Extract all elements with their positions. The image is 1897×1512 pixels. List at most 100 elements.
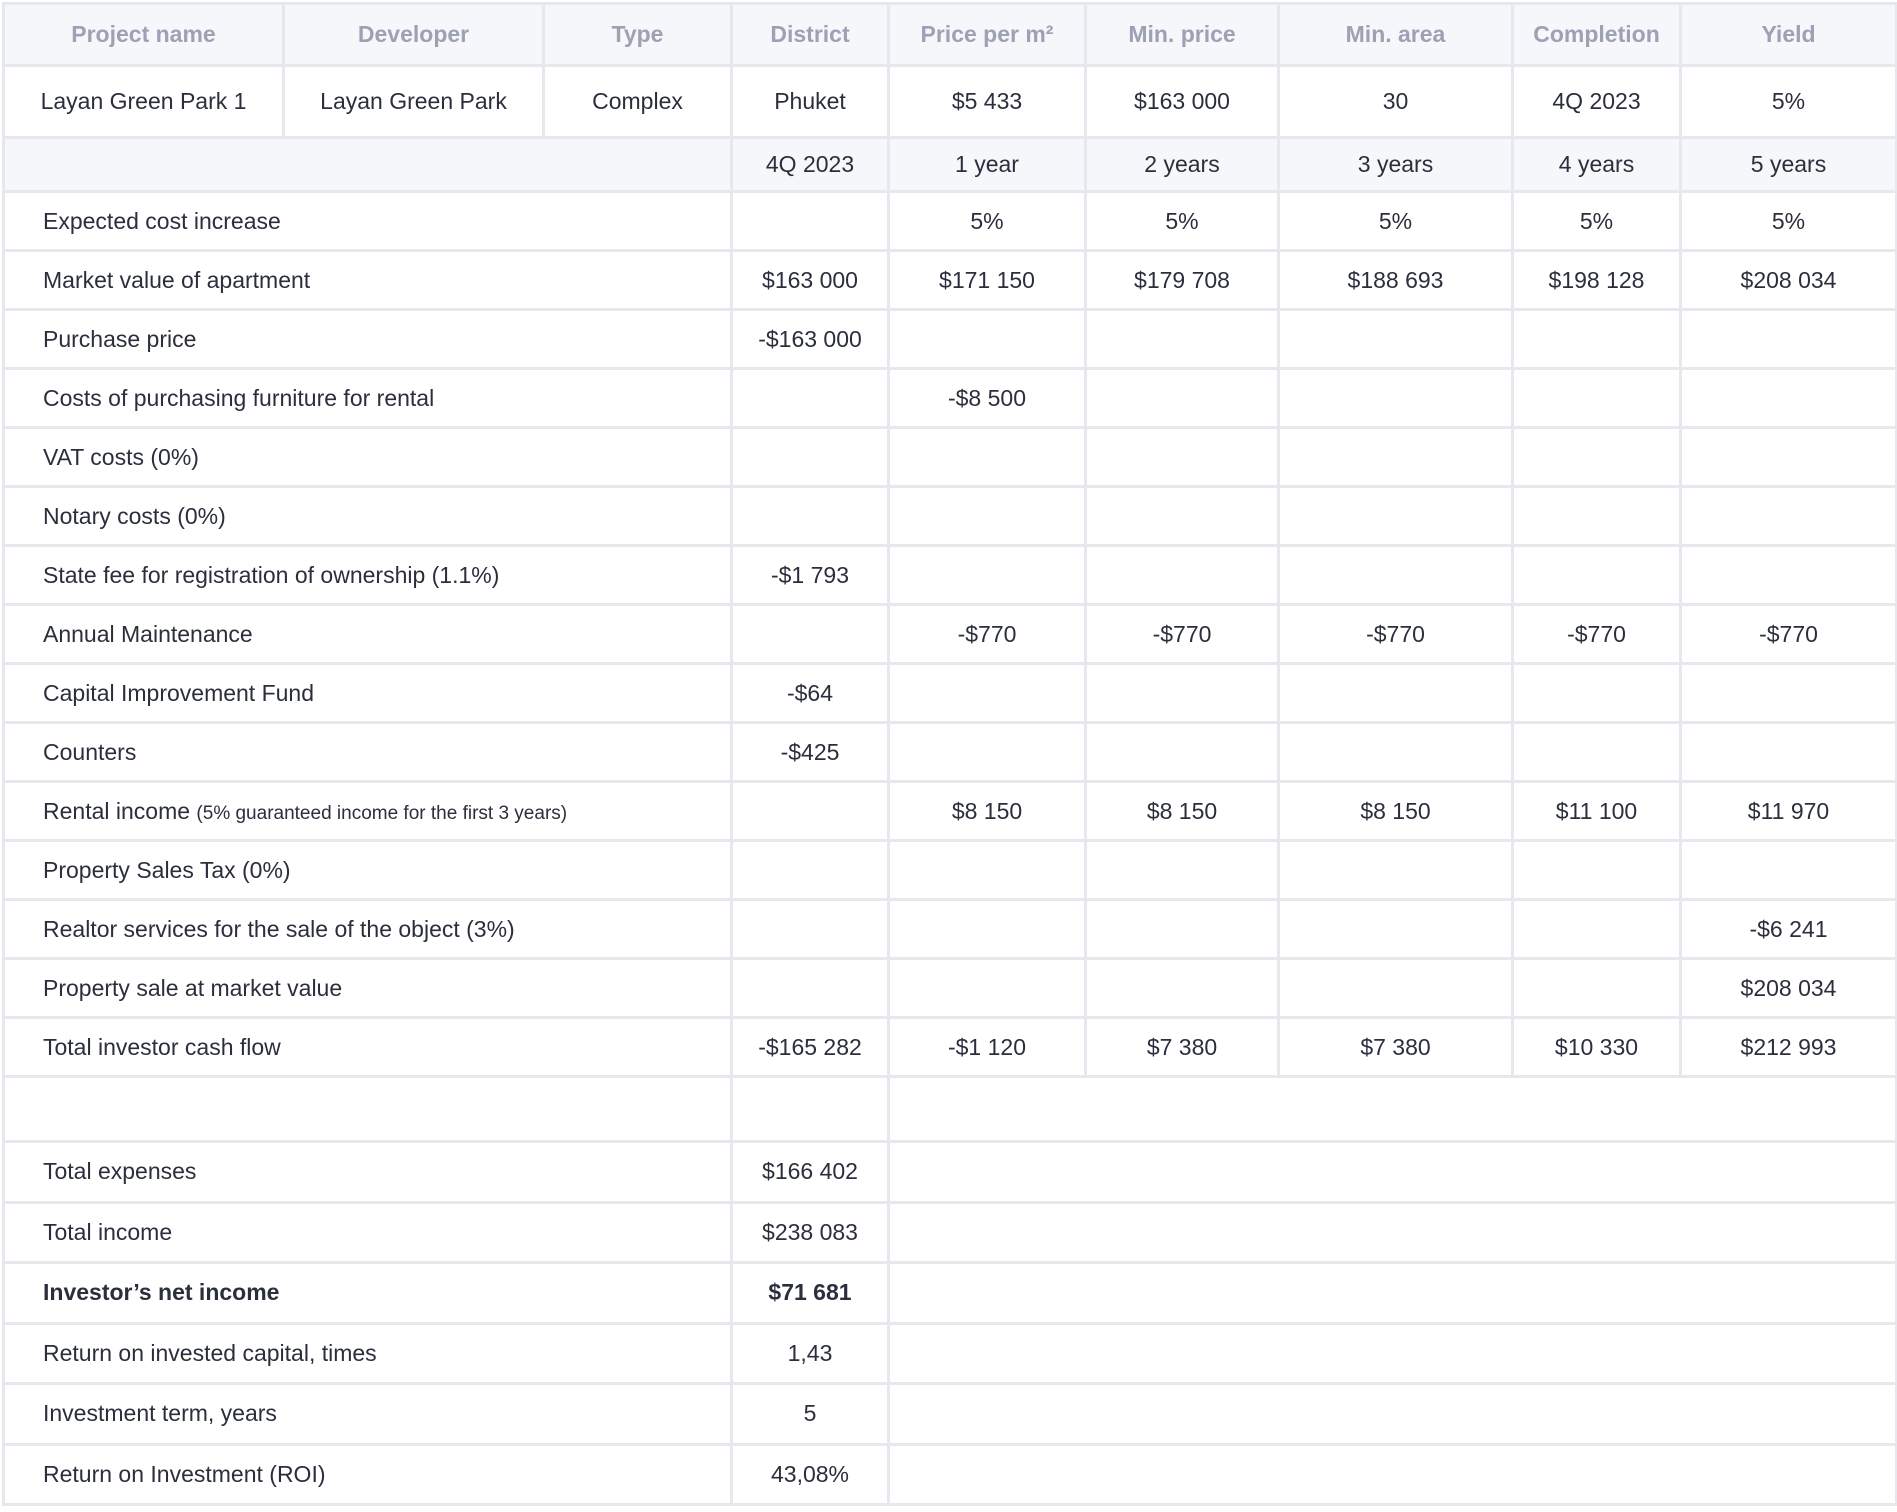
- row-value: $7 380: [1084, 1016, 1280, 1078]
- row-value: [1084, 544, 1280, 606]
- row-value: -$6 241: [1679, 898, 1897, 960]
- row-value: [1084, 957, 1280, 1019]
- investment-table: Project name Developer Type District Pri…: [2, 2, 1897, 1506]
- row-value: [1277, 898, 1514, 960]
- project-price-per-m2: $5 433: [887, 64, 1087, 139]
- table-row: Annual Maintenance -$770 -$770 -$770 -$770 -$…: [2, 603, 1897, 665]
- row-value: [887, 308, 1087, 370]
- summary-value: 43,08%: [730, 1442, 890, 1506]
- row-value: [1277, 367, 1514, 429]
- table-row: Rental income (5% guaranteed income for …: [2, 780, 1897, 842]
- row-value: [1277, 308, 1514, 370]
- row-value: [887, 485, 1087, 547]
- row-value: [1277, 721, 1514, 783]
- row-value: [1511, 485, 1682, 547]
- table-row: Property sale at market value $208 034: [2, 957, 1897, 1019]
- summary-label: Total income: [2, 1200, 733, 1264]
- table-row: Property Sales Tax (0%): [2, 839, 1897, 901]
- row-value: [1277, 839, 1514, 901]
- row-label-text: Total investor cash flow: [43, 1033, 281, 1060]
- row-value: [887, 898, 1087, 960]
- project-district: Phuket: [730, 64, 890, 139]
- years-row: 4Q 2023 1 year 2 years 3 years 4 years 5…: [2, 136, 1897, 193]
- header-min-price: Min. price: [1084, 2, 1280, 67]
- row-label: Counters: [2, 721, 733, 783]
- project-min-price: $163 000: [1084, 64, 1280, 139]
- row-label: Total investor cash flow: [2, 1016, 733, 1078]
- row-value: [887, 426, 1087, 488]
- summary-fill-cell: [887, 1442, 1897, 1506]
- summary-label: Investor’s net income: [2, 1261, 733, 1325]
- row-label-text: Annual Maintenance: [43, 620, 253, 647]
- investment-table-sheet: Project name Developer Type District Pri…: [0, 0, 1897, 1512]
- row-value: [1679, 367, 1897, 429]
- row-value: -$1 120: [887, 1016, 1087, 1078]
- row-value: [1679, 485, 1897, 547]
- summary-fill-cell: [887, 1261, 1897, 1325]
- row-value: [1679, 662, 1897, 724]
- row-label: Capital Improvement Fund: [2, 662, 733, 724]
- summary-value: $238 083: [730, 1200, 890, 1264]
- project-row: Layan Green Park 1 Layan Green Park Comp…: [2, 64, 1897, 139]
- row-value: [730, 485, 890, 547]
- row-label: Costs of purchasing furniture for rental: [2, 367, 733, 429]
- row-value: [1084, 721, 1280, 783]
- row-value: $163 000: [730, 249, 890, 311]
- row-label-note: (5% guaranteed income for the first 3 ye…: [196, 802, 568, 824]
- row-value: $8 150: [1084, 780, 1280, 842]
- summary-row: Investment term, years 5: [2, 1382, 1897, 1446]
- spacer-label-cell: [2, 1075, 733, 1143]
- row-label-text: Notary costs (0%): [43, 502, 226, 529]
- header-developer: Developer: [282, 2, 545, 67]
- row-value: 5%: [1277, 190, 1514, 252]
- row-value: [1511, 721, 1682, 783]
- summary-value: $166 402: [730, 1140, 890, 1204]
- row-label-text: State fee for registration of ownership …: [43, 561, 500, 588]
- row-label: Expected cost increase: [2, 190, 733, 252]
- row-value: -$770: [1679, 603, 1897, 665]
- project-yield: 5%: [1679, 64, 1897, 139]
- table-row: State fee for registration of ownership …: [2, 544, 1897, 606]
- row-value: [1679, 839, 1897, 901]
- table-row: Total investor cash flow -$165 282 -$1 120…: [2, 1016, 1897, 1078]
- row-value: $212 993: [1679, 1016, 1897, 1078]
- row-label-text: Expected cost increase: [43, 207, 281, 234]
- table-row: Expected cost increase 5% 5% 5% 5% 5%: [2, 190, 1897, 252]
- row-label-text: Counters: [43, 738, 137, 765]
- row-label: Purchase price: [2, 308, 733, 370]
- summary-fill-cell: [887, 1200, 1897, 1264]
- row-value: [730, 898, 890, 960]
- row-value: [887, 721, 1087, 783]
- row-value: $11 970: [1679, 780, 1897, 842]
- row-value: [1511, 308, 1682, 370]
- summary-label: Return on invested capital, times: [2, 1321, 733, 1385]
- row-value: [1084, 367, 1280, 429]
- project-name: Layan Green Park 1: [2, 64, 285, 139]
- year-col-2: 2 years: [1084, 136, 1280, 193]
- row-value: [887, 839, 1087, 901]
- row-value: [730, 190, 890, 252]
- row-label: Market value of apartment: [2, 249, 733, 311]
- row-value: [730, 839, 890, 901]
- row-label-text: Realtor services for the sale of the obj…: [43, 915, 515, 942]
- row-value: -$770: [1277, 603, 1514, 665]
- header-row: Project name Developer Type District Pri…: [2, 2, 1897, 67]
- row-value: 5%: [1679, 190, 1897, 252]
- row-value: 5%: [1511, 190, 1682, 252]
- row-value: [887, 662, 1087, 724]
- table-row: Market value of apartment $163 000 $171 15…: [2, 249, 1897, 311]
- row-value: $208 034: [1679, 249, 1897, 311]
- row-value: -$163 000: [730, 308, 890, 370]
- row-label: Property Sales Tax (0%): [2, 839, 733, 901]
- row-value: [1511, 662, 1682, 724]
- summary-label: Total expenses: [2, 1140, 733, 1204]
- summary-value: 1,43: [730, 1321, 890, 1385]
- table-row: Counters -$425: [2, 721, 1897, 783]
- row-value: [730, 426, 890, 488]
- row-value: [1511, 957, 1682, 1019]
- header-district: District: [730, 2, 890, 67]
- row-value: [1511, 544, 1682, 606]
- project-developer: Layan Green Park: [282, 64, 545, 139]
- year-col-0: 4Q 2023: [730, 136, 890, 193]
- summary-fill-cell: [887, 1140, 1897, 1204]
